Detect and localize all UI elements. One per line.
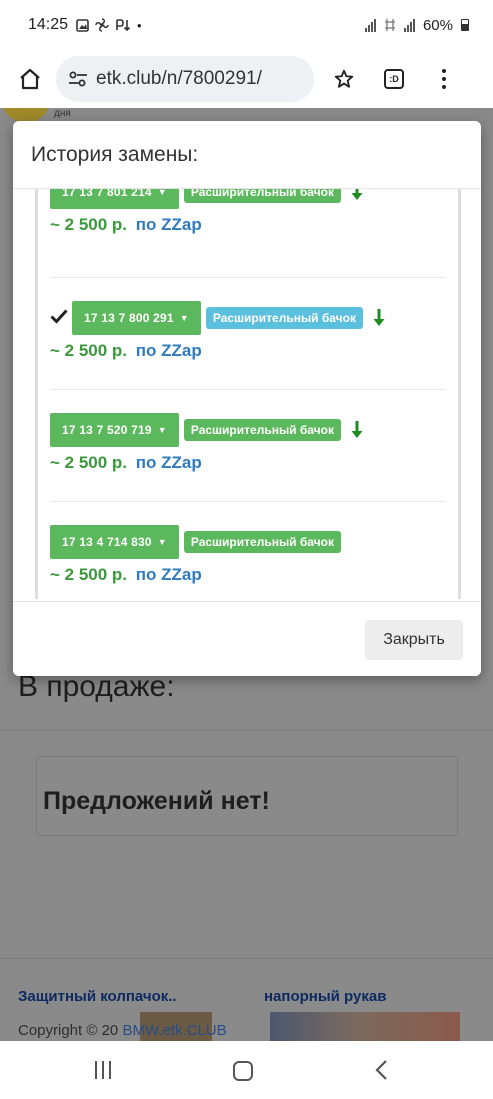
status-time: 14:25 xyxy=(28,16,69,33)
no-offers-panel: Предложений нет! xyxy=(36,756,458,836)
tabs-button[interactable]: :D xyxy=(374,59,414,99)
logo-peek xyxy=(2,108,50,122)
modal-header: История замены: xyxy=(13,121,481,189)
check-icon xyxy=(50,307,72,330)
divider xyxy=(0,958,493,959)
part-number: 17 13 7 801 214 xyxy=(62,189,152,199)
home-nav-button[interactable] xyxy=(233,1061,253,1081)
modal-footer: Закрыть xyxy=(13,601,481,676)
gallery-icon xyxy=(76,18,89,32)
battery-percent: 60% xyxy=(422,16,453,34)
list-divider xyxy=(50,277,446,278)
price-source-link[interactable]: по ZZap xyxy=(136,215,202,234)
part-number-dropdown[interactable]: 17 13 7 801 214 ▼ xyxy=(50,189,179,209)
browser-toolbar: etk.club/n/7800291/ :D xyxy=(0,50,493,108)
part-number-dropdown[interactable]: 17 13 4 714 830 ▼ xyxy=(50,525,179,559)
status-bar: 14:25 • 60% xyxy=(0,0,493,50)
fan-icon xyxy=(95,18,109,32)
price: ~ 2 500 р. xyxy=(50,565,128,584)
caret-down-icon: ▼ xyxy=(157,425,167,435)
part-number-dropdown[interactable]: 17 13 7 520 719 ▼ xyxy=(50,413,179,447)
status-right: 60% xyxy=(364,16,469,34)
list-divider xyxy=(50,389,446,390)
price-row: ~ 2 500 р. по ZZap xyxy=(50,341,202,361)
price: ~ 2 500 р. xyxy=(50,215,128,234)
home-icon xyxy=(20,68,40,90)
copyright-brand[interactable]: BMW.etk.CLUB xyxy=(122,1022,226,1039)
star-icon xyxy=(334,69,354,88)
signal-icon-2 xyxy=(403,18,415,32)
price: ~ 2 500 р. xyxy=(50,341,128,360)
site-settings-icon[interactable] xyxy=(66,67,90,91)
price: ~ 2 500 р. xyxy=(50,453,128,472)
divider xyxy=(0,730,493,731)
notification-icons: • xyxy=(76,18,142,33)
modal-body[interactable]: 17 13 7 801 214 ▼ Расширительный бачок ~ … xyxy=(13,189,481,601)
tab-count-icon: :D xyxy=(384,69,404,89)
part-number: 17 13 7 800 291 xyxy=(84,311,174,325)
browser-menu-button[interactable] xyxy=(424,59,464,99)
price-row: ~ 2 500 р. по ZZap xyxy=(50,453,202,473)
part-number-dropdown[interactable]: 17 13 7 800 291 ▼ xyxy=(72,301,201,335)
list-divider xyxy=(50,501,446,502)
related-link-cap[interactable]: Защитный колпачок.. xyxy=(18,988,177,1005)
price-source-link[interactable]: по ZZap xyxy=(136,565,202,584)
part-row: 17 13 4 714 830 ▼ Расширительный бачок xyxy=(50,525,341,559)
download-icon xyxy=(116,19,131,32)
replacement-list[interactable]: 17 13 7 801 214 ▼ Расширительный бачок ~ … xyxy=(35,189,461,599)
bookmark-button[interactable] xyxy=(324,59,364,99)
description-badge: Расширительный бачок xyxy=(183,419,341,441)
related-link-hose[interactable]: напорный рукав xyxy=(264,988,386,1005)
recents-button[interactable] xyxy=(95,1061,111,1079)
battery-icon xyxy=(461,19,469,31)
no-offers-text: Предложений нет! xyxy=(43,787,270,815)
part-row: 17 13 7 520 719 ▼ Расширительный бачок xyxy=(50,413,365,447)
caret-down-icon: ▼ xyxy=(157,537,167,547)
arrow-down-icon xyxy=(349,189,365,202)
signal-icon xyxy=(364,18,376,32)
list-item: 17 13 7 520 719 ▼ Расширительный бачок ~ … xyxy=(50,413,448,525)
arrow-down-icon xyxy=(349,420,365,440)
part-row: 17 13 7 801 214 ▼ Расширительный бачок xyxy=(50,189,365,209)
price-row: ~ 2 500 р. по ZZap xyxy=(50,215,202,235)
url-text[interactable]: etk.club/n/7800291/ xyxy=(96,68,262,90)
part-number: 17 13 4 714 830 xyxy=(62,535,152,549)
caret-down-icon: ▼ xyxy=(157,189,167,197)
sim-disabled-icon xyxy=(384,19,395,31)
close-button[interactable]: Закрыть xyxy=(365,620,463,660)
part-row: 17 13 7 800 291 ▼ Расширительный бачок xyxy=(50,301,387,335)
home-button[interactable] xyxy=(12,61,48,97)
modal-title: История замены: xyxy=(31,143,199,166)
list-item-current: 17 13 7 800 291 ▼ Расширительный бачок ~ … xyxy=(50,301,448,413)
system-nav-bar xyxy=(0,1041,493,1099)
back-button[interactable] xyxy=(372,1058,392,1082)
copyright-prefix: Copyright © 20 xyxy=(18,1022,119,1039)
price-row: ~ 2 500 р. по ZZap xyxy=(50,565,202,585)
caret-down-icon: ▼ xyxy=(179,313,189,323)
header-peek-text: дня xyxy=(54,108,71,119)
description-badge: Расширительный бачок xyxy=(183,531,341,553)
list-item: 17 13 7 801 214 ▼ Расширительный бачок ~ … xyxy=(50,189,448,287)
arrow-down-icon xyxy=(371,308,387,328)
related-thumbnail[interactable] xyxy=(270,1012,460,1041)
description-badge: Расширительный бачок xyxy=(183,189,341,203)
replacement-history-modal: История замены: 17 13 7 801 214 ▼ Расшири… xyxy=(13,121,481,676)
address-bar[interactable]: etk.club/n/7800291/ xyxy=(56,56,314,102)
copyright: Copyright © 20 BMW.etk.CLUB xyxy=(18,1022,227,1039)
price-source-link[interactable]: по ZZap xyxy=(136,453,202,472)
status-dot: • xyxy=(137,17,142,33)
more-vert-icon xyxy=(442,69,446,89)
price-source-link[interactable]: по ZZap xyxy=(136,341,202,360)
description-badge: Расширительный бачок xyxy=(205,307,363,329)
part-number: 17 13 7 520 719 xyxy=(62,423,152,437)
list-item: 17 13 4 714 830 ▼ Расширительный бачок ~ … xyxy=(50,525,448,599)
